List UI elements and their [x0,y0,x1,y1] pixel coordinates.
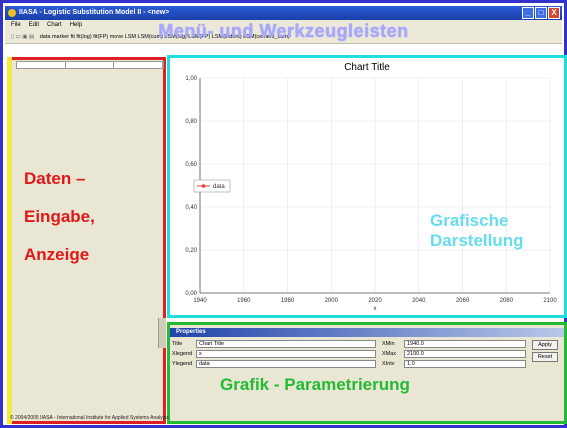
overlay-data-line2: Eingabe, [24,207,95,226]
x-tick-label: 2000 [325,298,339,304]
data-table-header[interactable] [16,61,164,69]
x-tick-label: 2080 [500,298,514,304]
y-tick-label: 1,00 [185,76,197,82]
maximize-button[interactable]: □ [535,7,547,19]
overlay-data-line3: Anzeige [24,245,90,264]
y-tick-label: 0,40 [185,205,197,211]
properties-header: Properties [170,328,564,337]
prop-label-xmin: XMin [382,341,395,347]
x-tick-label: 2040 [412,298,426,304]
y-tick-label: 0,20 [185,248,197,254]
overlay-data-line1: Daten – [24,169,86,188]
ylegend-field[interactable]: data [196,360,376,368]
x-tick-label: 1940 [193,298,207,304]
legend-marker [201,184,206,188]
prop-label-title: Title [172,341,183,347]
overlay-data-label: Daten – Eingabe, Anzeige [24,160,95,274]
legend-label: data [213,184,225,190]
overlay-props-label: Grafik - Parametrierung [220,375,410,394]
overlay-chart-label: Grafische Darstellung [430,211,524,250]
xmax-field[interactable]: 2100.0 [404,350,526,358]
prop-label-xmax: XMax [382,351,397,357]
panel-splitter[interactable] [158,318,166,348]
close-button[interactable]: X [548,7,560,19]
title-field[interactable]: Chart Title [196,340,376,348]
data-panel-edge [7,57,12,424]
window-title: IIASA - Logistic Substitution Model II -… [19,9,170,16]
properties-panel: Properties Title Chart Title Xlegend x Y… [167,322,567,424]
x-tick-label: 2020 [368,298,382,304]
chart-panel: Chart Title 1940 1960 1980 2000 2020 2040 2060… [167,55,567,318]
prop-label-ylegend: Ylegend [172,361,193,367]
x-axis-label: x [374,306,377,312]
xmin-field[interactable]: 1940.0 [404,340,526,348]
x-tick-label: 2060 [456,298,470,304]
title-bar: IIASA - Logistic Substitution Model II -… [5,6,562,20]
overlay-menu-label: Menü- und Werkzeugleisten [158,21,409,41]
y-tick-label: 0,00 [185,291,197,297]
x-tick-label: 1980 [281,298,295,304]
minimize-button[interactable]: _ [522,7,534,19]
status-text: © 2004/2005 IIASA - International Instit… [10,415,169,421]
apply-button[interactable]: Apply [532,340,558,350]
y-tick-label: 0,80 [185,119,197,125]
reset-button[interactable]: Reset [532,352,558,362]
app-icon [8,9,16,17]
x-tick-label: 2100 [543,298,557,304]
chart-svg: 1940 1960 1980 2000 2020 2040 2060 2080 2100 0,00… [185,76,557,312]
prop-label-xlegend: Xlegend [172,351,193,357]
xintv-field[interactable]: 1.0 [404,360,526,368]
xlegend-field[interactable]: x [196,350,376,358]
x-tick-label: 1960 [237,298,251,304]
y-tick-label: 0,60 [185,162,197,168]
prop-label-xintv: XIntv [382,361,395,367]
